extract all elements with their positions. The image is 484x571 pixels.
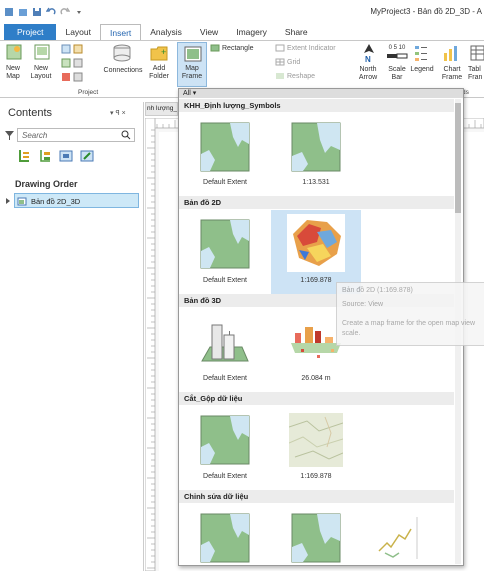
legend-button[interactable]: Legend — [408, 66, 436, 74]
gallery-filter-all[interactable]: All ▾ — [179, 89, 463, 98]
tab-layout[interactable]: Layout — [56, 24, 100, 40]
expand-arrow-icon[interactable] — [5, 197, 11, 205]
small-tools-icons — [61, 44, 83, 82]
ribbon-tabs: Project Layout Insert Analysis View Imag… — [0, 24, 484, 40]
drawing-order-heading: Drawing Order — [15, 179, 78, 189]
map-frame-button[interactable]: Map Frame — [177, 42, 207, 87]
tab-analysis[interactable]: Analysis — [141, 24, 191, 40]
scale-bar-ticks: 0 5 10 — [388, 45, 406, 51]
north-arrow-icon: N — [364, 44, 374, 63]
list-by-source-icon[interactable] — [38, 149, 52, 163]
gallery-item-caption: 26.084 m — [301, 375, 331, 382]
gallery-item-tooltip: Bản đồ 2D (1:169.878) Source: View Creat… — [336, 282, 484, 346]
layout-tab[interactable]: nh lượng_ — [145, 102, 178, 116]
reshape-icon — [276, 73, 284, 79]
map-frame-label: Map Frame — [181, 65, 203, 80]
window-title: MyProject3 - Bản đồ 2D_3D - A — [370, 7, 482, 16]
tab-insert[interactable]: Insert — [100, 24, 142, 40]
tooltip-description-continued: scale. — [342, 330, 361, 337]
tooltip-title: Bản đồ 2D (1:169.878) — [342, 287, 413, 294]
gallery-section-header: Cắt_Gộp dữ liệu — [179, 392, 454, 405]
connections-button[interactable]: Connections — [100, 67, 146, 75]
gallery-item-caption: Default Extent — [203, 473, 247, 480]
new-map-icon — [6, 44, 22, 60]
extent-indicator-button[interactable]: Extent Indicator — [287, 45, 336, 53]
map-thumbnail[interactable] — [200, 513, 250, 563]
map-item-ban-do-2d-3d[interactable]: Bản đồ 2D_3D — [14, 193, 139, 208]
default-extent-map-thumbnail[interactable] — [200, 415, 250, 465]
terrain-map-thumbnail[interactable] — [289, 413, 343, 467]
customize-toolbar-icon[interactable] — [74, 7, 84, 17]
default-extent-map-thumbnail[interactable] — [200, 122, 250, 172]
chevron-down-icon: ▾ — [190, 90, 197, 97]
gallery-item-caption: Default Extent — [203, 179, 247, 186]
map-frame-icon — [184, 46, 202, 62]
filter-icon[interactable] — [5, 130, 14, 140]
map-extent-thumbnail[interactable] — [291, 122, 341, 172]
open-project-icon[interactable] — [18, 7, 28, 17]
tooltip-description: Create a map frame for the open map view — [342, 320, 476, 327]
list-by-editing-icon[interactable] — [80, 149, 94, 163]
tab-project[interactable]: Project — [4, 24, 57, 40]
contents-pane: Contents ▾ ꟼ × Search Drawing Order Bản … — [0, 102, 144, 571]
new-layout-icon — [34, 44, 50, 60]
pane-controls[interactable]: ▾ ꟼ × — [110, 109, 126, 117]
table-frame-icon — [470, 45, 484, 61]
search-icon[interactable] — [121, 130, 131, 140]
rectangle-icon — [210, 44, 220, 52]
new-map-button[interactable]: New Map — [2, 65, 24, 81]
ban-do-2d-map-thumbnail[interactable] — [287, 214, 345, 272]
map-icon — [17, 197, 27, 206]
gallery-item-caption: Default Extent — [203, 277, 247, 284]
svg-text:N: N — [365, 55, 371, 63]
new-project-icon[interactable] — [4, 7, 14, 17]
extent-indicator-icon — [275, 44, 285, 52]
chart-frame-icon — [444, 46, 457, 61]
default-extent-map-thumbnail[interactable] — [200, 219, 250, 269]
gallery-scroll-thumb[interactable] — [455, 103, 461, 213]
legend-icon — [415, 46, 427, 61]
grid-button[interactable]: Grid — [287, 59, 300, 67]
gallery-filter-label: All — [183, 90, 191, 97]
gallery-item-caption: 1:169.878 — [300, 473, 332, 480]
gallery-item-caption: Default Extent — [203, 375, 247, 382]
gallery-item-caption: 1:13.531 — [302, 179, 330, 186]
north-arrow-button[interactable]: North Arrow — [354, 66, 382, 82]
list-by-drawing-order-icon[interactable] — [17, 149, 31, 163]
tab-share[interactable]: Share — [276, 24, 317, 40]
title-bar: MyProject3 - Bản đồ 2D_3D - A — [0, 0, 484, 24]
gallery-section-header: KHH_Định lượng_Symbols — [179, 99, 454, 112]
save-project-icon[interactable] — [32, 7, 42, 17]
map-thumbnail[interactable] — [291, 513, 341, 563]
svg-text:+: + — [161, 47, 166, 57]
table-frame-button[interactable]: Tabl Fran — [468, 66, 484, 82]
default-extent-3d-scene-thumbnail[interactable] — [200, 317, 250, 371]
rectangle-button[interactable]: Rectangle — [222, 45, 254, 53]
list-by-selection-icon[interactable] — [59, 149, 73, 163]
tab-view[interactable]: View — [191, 24, 227, 40]
reshape-button[interactable]: Reshape — [287, 73, 315, 81]
gallery-section-header: Chỉnh sửa dữ liệu — [179, 490, 454, 503]
scale-bar-button[interactable]: Scale Bar — [384, 66, 410, 82]
tab-imagery[interactable]: Imagery — [227, 24, 276, 40]
redo-icon[interactable] — [60, 7, 70, 17]
add-folder-icon: + — [150, 46, 168, 61]
scale-bar-icon — [387, 53, 408, 59]
gallery-section-header: Bản đồ 2D — [179, 196, 454, 209]
contents-title: Contents — [8, 107, 53, 119]
chart-frame-button[interactable]: Chart Frame — [438, 66, 466, 82]
connections-icon — [113, 44, 131, 62]
feature-sketch-thumbnail[interactable] — [369, 513, 419, 563]
grid-icon — [275, 58, 285, 66]
tooltip-source: Source: View — [342, 301, 384, 308]
group-label-project: Project — [78, 89, 99, 96]
add-folder-button[interactable]: Add Folder — [146, 65, 172, 81]
new-layout-button[interactable]: New Layout — [26, 65, 56, 81]
undo-icon[interactable] — [46, 7, 56, 17]
search-input[interactable]: Search — [17, 128, 135, 142]
